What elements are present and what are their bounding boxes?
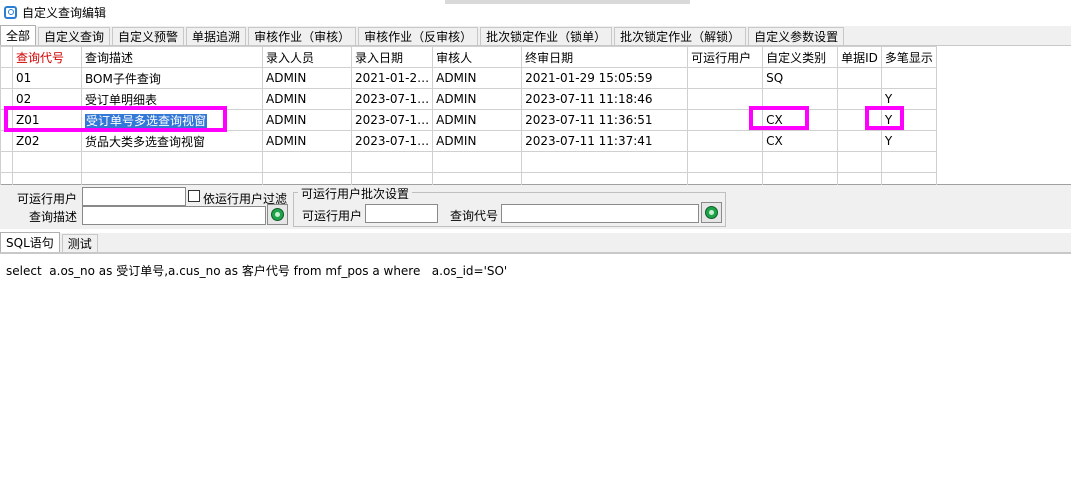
main-tab-strip: 全部 自定义查询 自定义预警 单据追溯 审核作业（审核） 审核作业（反审核） 批… [0,25,1071,46]
filter-panel: 可运行用户 依运行用户过滤 查询描述 可运行用户批次设置 可运行用户 查询代号 [0,185,1071,229]
table-row[interactable]: Z02 货品大类多选查询视窗 ADMIN 2023-07-1… ADMIN 20… [0,130,937,152]
empty-cell [0,151,13,173]
table-cell[interactable]: ADMIN [262,130,352,152]
batch-code-input[interactable] [501,204,699,223]
tab-test[interactable]: 测试 [61,234,98,252]
column-header[interactable]: 可运行用户 [687,46,764,68]
table-header-row: 查询代号 查询描述 录入人员 录入日期 审核人 终审日期 可运行用户 自定义类别… [0,46,937,68]
empty-cell [262,151,352,173]
table-cell[interactable]: Y [880,130,937,152]
column-header[interactable]: 录入人员 [262,46,352,68]
table-cell[interactable] [687,130,764,152]
empty-cell [432,151,523,173]
batch-go-button[interactable] [701,202,722,223]
tab-custom-alert[interactable]: 自定义预警 [112,27,185,45]
table-cell[interactable]: BOM子件查询 [81,67,263,89]
table-cell[interactable]: 2021-01-29 15:05:59 [521,67,689,89]
sql-text: select a.os_no as 受订单号,a.cus_no as 客户代号 … [6,264,508,278]
column-header[interactable]: 自定义类别 [762,46,839,68]
empty-cell [350,151,434,173]
table-cell[interactable] [880,67,937,89]
row-indicator-header [0,46,13,68]
empty-cell [837,151,882,173]
tab-sql[interactable]: SQL语句 [0,232,60,252]
tab-audit-reverse[interactable]: 审核作业（反审核） [358,27,479,45]
runnable-user-label: 可运行用户 [17,192,78,206]
tab-custom-query[interactable]: 自定义查询 [38,27,111,45]
batch-settings-legend: 可运行用户批次设置 [298,185,413,202]
table-cell[interactable]: Z02 [12,130,82,152]
annotation-box-query [4,106,227,132]
tab-all[interactable]: 全部 [0,25,37,45]
tab-batch-lock[interactable]: 批次锁定作业（锁单） [480,27,613,45]
table-cell[interactable]: 货品大类多选查询视窗 [81,130,263,152]
column-header[interactable]: 查询描述 [81,46,263,68]
table-cell[interactable]: ADMIN [432,88,523,110]
sql-editor[interactable]: select a.os_no as 受订单号,a.cus_no as 客户代号 … [0,253,1071,477]
title-shadow [445,0,690,4]
column-header[interactable]: 审核人 [432,46,523,68]
query-desc-label: 查询描述 [29,210,78,224]
table-cell[interactable]: 2023-07-11 11:18:46 [521,88,689,110]
table-cell[interactable]: CX [762,130,839,152]
annotation-box-category [749,106,809,130]
app-icon [4,5,17,19]
column-header[interactable]: 终审日期 [521,46,689,68]
runnable-user-input[interactable] [82,187,186,206]
empty-cell [762,151,839,173]
filter-by-user-checkbox[interactable] [188,190,200,202]
query-grid: 查询代号 查询描述 录入人员 录入日期 审核人 终审日期 可运行用户 自定义类别… [0,46,1071,194]
empty-cell [12,151,82,173]
annotation-box-multi-display [865,106,904,130]
batch-user-input[interactable] [365,204,438,223]
empty-cell [521,151,689,173]
table-cell[interactable]: 2023-07-11 11:37:41 [521,130,689,152]
table-cell[interactable]: 2023-07-1… [350,130,434,152]
column-header[interactable]: 查询代号 [12,46,82,68]
table-cell[interactable]: 01 [12,67,82,89]
batch-user-label: 可运行用户 [302,209,363,223]
column-header[interactable]: 录入日期 [350,46,434,68]
empty-cell [687,151,764,173]
table-cell[interactable]: 2023-07-1… [350,88,434,110]
search-go-button[interactable] [267,204,288,225]
go-icon [705,206,718,219]
tab-custom-params[interactable]: 自定义参数设置 [748,27,845,45]
query-desc-input[interactable] [82,206,266,225]
tab-document-trace[interactable]: 单据追溯 [186,27,247,45]
bottom-tab-strip: SQL语句 测试 [0,232,1071,253]
tab-batch-unlock[interactable]: 批次锁定作业（解锁） [614,27,747,45]
table-row-empty [0,151,937,173]
empty-cell [880,151,937,173]
table-cell[interactable]: ADMIN [432,67,523,89]
empty-cell [81,151,263,173]
table-cell[interactable]: ADMIN [432,109,523,131]
tab-audit-approve[interactable]: 审核作业（审核） [248,27,357,45]
table-cell[interactable]: 2023-07-11 11:36:51 [521,109,689,131]
table-cell[interactable]: SQ [762,67,839,89]
table-cell[interactable]: ADMIN [262,67,352,89]
go-icon [271,208,284,221]
table-cell[interactable] [837,130,882,152]
table-cell[interactable]: ADMIN [432,130,523,152]
table-cell[interactable] [837,67,882,89]
table-row[interactable]: 01 BOM子件查询 ADMIN 2021-01-2… ADMIN 2021-0… [0,67,937,89]
column-header[interactable]: 单据ID [837,46,882,68]
table-cell[interactable]: ADMIN [262,109,352,131]
column-header[interactable]: 多笔显示 [880,46,937,68]
table-cell[interactable]: 2021-01-2… [350,67,434,89]
batch-code-label: 查询代号 [450,209,499,223]
window-title: 自定义查询编辑 [22,5,107,20]
row-indicator [0,67,13,89]
table-cell[interactable]: 2023-07-1… [350,109,434,131]
table-cell[interactable] [687,67,764,89]
row-indicator [0,130,13,152]
table-cell[interactable]: ADMIN [262,88,352,110]
